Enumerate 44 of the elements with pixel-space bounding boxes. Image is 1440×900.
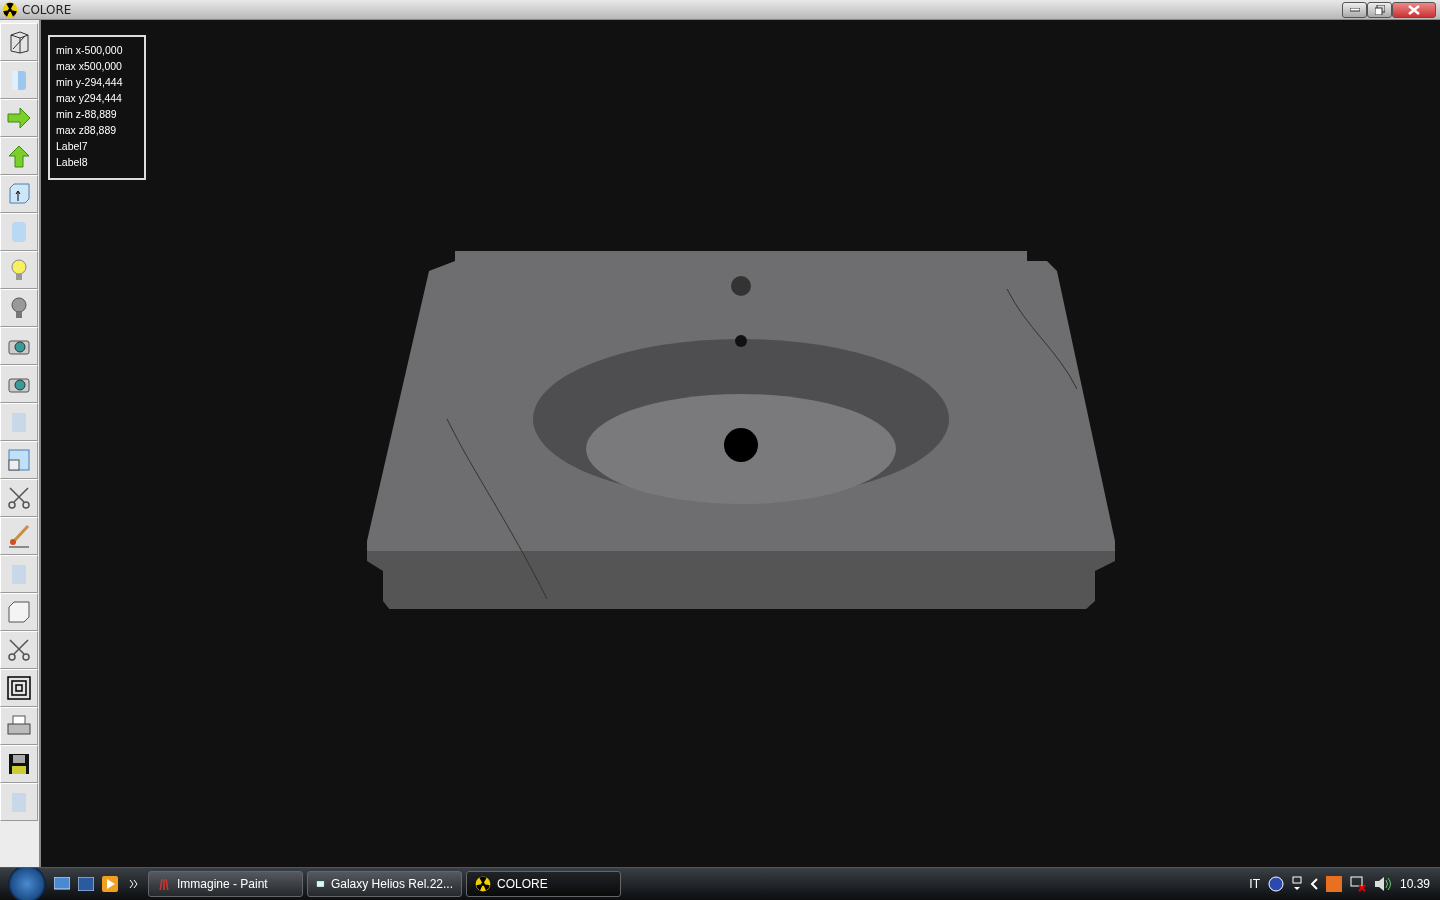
window-icon[interactable] — [1291, 876, 1302, 892]
restore-icon — [1374, 4, 1385, 15]
info-line: max y294,444 — [56, 91, 123, 106]
radiation-icon — [2, 1, 18, 18]
close-icon — [1408, 4, 1420, 15]
toolbar-button[interactable] — [0, 479, 38, 517]
network-error-icon[interactable] — [1349, 876, 1366, 892]
info-line: min z-88,889 — [56, 107, 118, 122]
help-icon[interactable] — [1267, 876, 1284, 892]
toolbar-button[interactable] — [0, 631, 38, 669]
nested-squares-icon — [6, 675, 32, 701]
scissors-icon — [6, 637, 32, 663]
paint-brushes-icon — [157, 877, 171, 891]
up-arrow-icon — [6, 143, 32, 169]
right-arrow-icon — [6, 105, 32, 131]
taskbar-item[interactable]: COLORE — [466, 871, 621, 897]
info-line: Label8 — [56, 155, 89, 170]
info-line: max z88,889 — [56, 123, 118, 138]
speaker-icon[interactable] — [1373, 876, 1392, 892]
box-up-arrow-icon — [6, 181, 32, 207]
minimize-icon — [1349, 7, 1360, 12]
windows-switch-icon[interactable] — [76, 874, 96, 894]
language-indicator[interactable]: IT — [1249, 877, 1260, 891]
toolbar-button[interactable] — [0, 669, 38, 707]
clock[interactable]: 10.39 — [1399, 877, 1430, 891]
cube-icon — [6, 599, 32, 625]
toolbar-button[interactable] — [0, 745, 38, 783]
info-line: max x500,000 — [56, 59, 123, 74]
minimize-button[interactable] — [1342, 1, 1367, 18]
restore-button[interactable] — [1367, 1, 1392, 18]
info-line: Label7 — [56, 139, 89, 154]
close-button[interactable] — [1392, 1, 1436, 18]
media-player-icon[interactable] — [100, 874, 120, 894]
taskbar-item[interactable]: Galaxy Helios Rel.22... — [307, 871, 462, 897]
toolbar-button[interactable] — [0, 23, 38, 61]
left-chevron-icon[interactable] — [1309, 878, 1318, 890]
info-line: min y-294,444 — [56, 75, 124, 90]
paintbrush-icon — [6, 523, 32, 549]
window-resize-icon — [6, 447, 32, 473]
radiation-icon — [475, 876, 491, 892]
taskbar-item[interactable]: Immagine - Paint — [148, 871, 303, 897]
scissors-icon — [6, 485, 32, 511]
info-line: min x-500,000 — [56, 43, 124, 58]
window-title: COLORE — [22, 2, 73, 17]
